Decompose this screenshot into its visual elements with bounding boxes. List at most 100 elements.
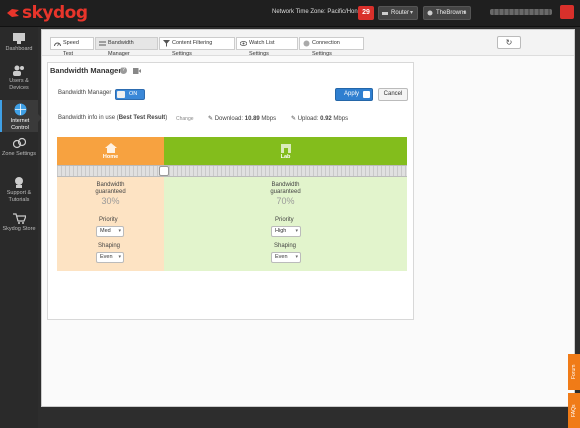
zone-body-home: Bandwidth guaranteed 30% [57, 182, 164, 206]
zones-icon [12, 137, 26, 149]
priority-value: High [275, 228, 287, 234]
download-icon: ✎ [208, 116, 214, 122]
bandwidth-info: Bandwidth info in use (Best Test Result) [58, 115, 167, 121]
tab-label: Content Filtering Settings [172, 40, 213, 57]
bandwidth-manager-panel: Bandwidth Manager ? Bandwidth Manager ON… [47, 62, 414, 320]
toggle-knob [117, 91, 125, 98]
bandwidth-guaranteed-label: Bandwidth guaranteed [270, 182, 301, 195]
eye-icon [240, 41, 247, 46]
priority-label: Priority [99, 217, 118, 223]
sidebar-item-store[interactable]: Skydog Store [0, 213, 38, 239]
page-title: Bandwidth Manager [50, 66, 122, 75]
main-content: Speed Test Bandwidth Manager Content Fil… [41, 29, 575, 407]
tab-label: Connection Settings [312, 40, 340, 57]
brand-name: skydog [22, 3, 88, 23]
upload-icon: ✎ [291, 116, 297, 122]
shaping-label: Shaping [274, 243, 297, 249]
zone-body-lab: Bandwidth guaranteed 70% [164, 182, 407, 206]
upload-label: Upload: [297, 116, 319, 122]
upload-info: ✎ Upload: 0.92 Mbps [291, 115, 348, 122]
download-value: 10.89 [244, 116, 260, 122]
tab-watch-list[interactable]: Watch List Settings [236, 37, 298, 57]
zone-percent: 30% [101, 196, 120, 206]
tab-speed-test[interactable]: Speed Test [50, 37, 94, 57]
tab-label: Watch List Settings [249, 40, 275, 57]
chevron-down-icon: ▾ [462, 10, 466, 16]
zone-percent: 70% [276, 196, 295, 206]
support-icon [15, 177, 23, 188]
chevron-down-icon: ▾ [295, 254, 298, 260]
apply-button[interactable]: Apply [335, 88, 373, 101]
shaping-select-lab[interactable]: Even ▾ [271, 252, 301, 263]
tab-connection-settings[interactable]: Connection Settings [299, 37, 364, 57]
sidebar-item-users[interactable]: Users & Devices [0, 65, 38, 95]
router-icon [382, 12, 388, 15]
forum-tab[interactable]: Forum [568, 354, 580, 390]
tab-label: Bandwidth Manager [108, 40, 134, 57]
apply-label: Apply [344, 91, 360, 97]
zone-name: Lab [280, 154, 291, 160]
shaping-select-home[interactable]: Even ▾ [96, 252, 124, 263]
network-dropdown[interactable]: TheBrowns ▾ [423, 6, 471, 20]
tab-content-filtering[interactable]: Content Filtering Settings [159, 37, 235, 57]
toggle-state: ON [129, 91, 138, 97]
avatar[interactable] [560, 5, 574, 19]
info-source: Best Test Result [118, 115, 166, 121]
bandwidth-icon [99, 41, 106, 46]
save-icon [363, 91, 370, 98]
sidebar-item-label: Skydog Store [2, 226, 36, 232]
timezone-label: Network Time Zone: Pacific/Honolulu [272, 9, 371, 15]
refresh-button[interactable]: ↻ [497, 36, 521, 49]
alerts-badge[interactable]: 29 [358, 6, 374, 20]
sidebar-item-label: Zone Settings [2, 151, 36, 157]
network-icon [427, 10, 433, 16]
zone-name: Home [102, 154, 119, 160]
filter-icon [163, 40, 170, 47]
bandwidth-allocation: Home Lab Bandwidth guaranteed 30% Priori… [57, 137, 407, 271]
sidebar-item-dashboard[interactable]: Dashboard [0, 33, 38, 61]
tab-label: Speed Test [63, 40, 79, 57]
priority-select-lab[interactable]: High ▾ [271, 226, 301, 237]
router-dropdown[interactable]: Router ▾ [378, 6, 418, 20]
upload-value: 0.92 [320, 116, 332, 122]
top-bar: skydog Network Time Zone: Pacific/Honolu… [0, 0, 580, 27]
faqs-tab[interactable]: FAQs [568, 393, 580, 428]
sidebar-item-zone-settings[interactable]: Zone Settings [0, 137, 38, 167]
cart-icon [12, 213, 26, 224]
users-icon [13, 65, 24, 76]
download-label: Download: [214, 116, 244, 122]
download-info: ✎ Download: 10.89 Mbps [208, 115, 276, 122]
globe-icon [14, 103, 26, 116]
tab-bandwidth-manager[interactable]: Bandwidth Manager [95, 37, 158, 57]
tab-bar: Speed Test Bandwidth Manager Content Fil… [42, 30, 574, 57]
video-icon[interactable] [133, 68, 141, 74]
sidebar-item-label: Support & Tutorials [6, 190, 32, 203]
info-prefix: Bandwidth info in use ( [58, 115, 119, 121]
skydog-logo-icon [7, 9, 19, 17]
chevron-down-icon: ▾ [409, 10, 413, 16]
priority-select-home[interactable]: Med ▾ [96, 226, 124, 237]
allocation-slider[interactable] [57, 165, 407, 177]
bandwidth-manager-label: Bandwidth Manager [58, 90, 112, 96]
sidebar-item-label: Dashboard [5, 46, 33, 52]
dashboard-icon [13, 33, 25, 44]
sidebar-item-support[interactable]: Support & Tutorials [0, 176, 38, 208]
bandwidth-guaranteed-label: Bandwidth guaranteed [95, 182, 126, 195]
help-icon[interactable]: ? [120, 67, 127, 74]
cancel-button[interactable]: Cancel [378, 88, 408, 101]
change-link[interactable]: Change [176, 116, 194, 122]
sidebar-item-internet-control[interactable]: Internet Control [0, 100, 42, 132]
skydog-logo[interactable]: skydog [6, 3, 88, 23]
zone-header-lab: Lab [164, 137, 407, 165]
user-email-redacted[interactable] [490, 9, 552, 15]
allocation-slider-handle[interactable] [159, 166, 169, 176]
priority-label: Priority [275, 217, 294, 223]
bandwidth-manager-toggle[interactable]: ON [115, 89, 145, 100]
network-label: TheBrowns [436, 10, 467, 16]
chevron-down-icon: ▾ [295, 228, 298, 234]
home-icon [104, 143, 117, 153]
info-suffix: ) [165, 115, 168, 121]
chevron-down-icon: ▾ [118, 254, 121, 260]
chevron-down-icon: ▾ [118, 228, 121, 234]
sidebar-item-label: Users & Devices [9, 78, 29, 91]
